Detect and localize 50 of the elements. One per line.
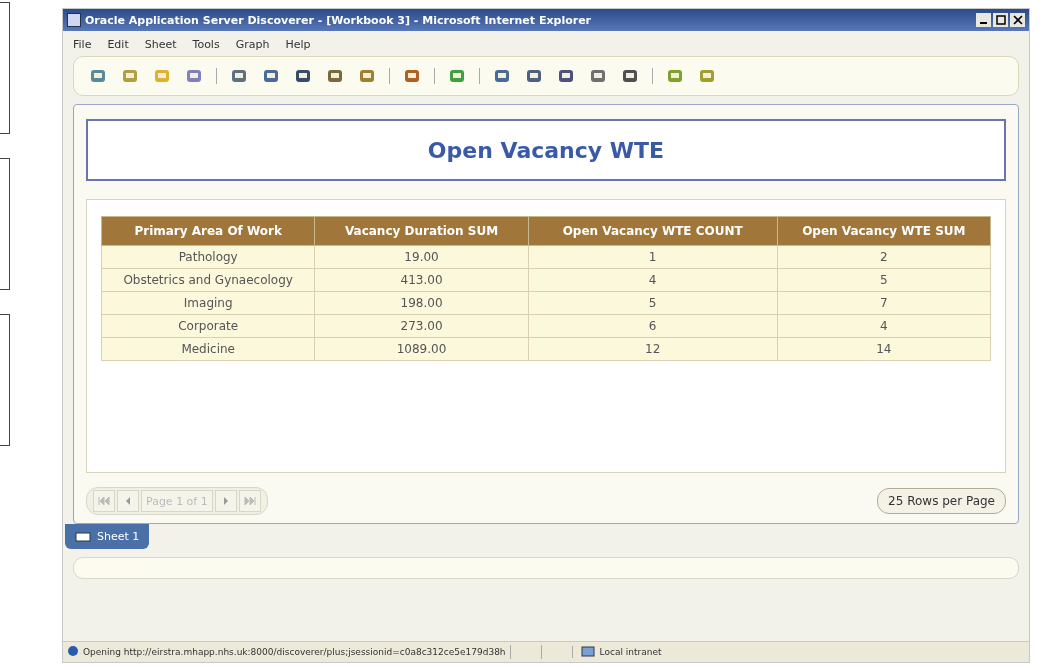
table-cell: Pathology <box>101 245 315 269</box>
first-page-icon <box>98 497 110 505</box>
zone-label: Local intranet <box>599 647 662 657</box>
maximize-icon[interactable] <box>993 13 1008 27</box>
table-cell: Medicine <box>101 337 315 361</box>
previous-page-button[interactable] <box>117 490 139 512</box>
intranet-icon <box>580 646 597 658</box>
column-header[interactable]: Primary Area Of Work <box>101 216 315 246</box>
horizontal-scrollbar[interactable] <box>73 557 1019 579</box>
menu-item[interactable]: File <box>73 38 92 51</box>
window-title: Oracle Application Server Discoverer - [Workbook 3] - Microsoft Internet Explorer <box>85 13 593 27</box>
table-cell: 5 <box>528 291 778 315</box>
next-icon <box>222 497 229 505</box>
close-icon[interactable] <box>1010 13 1025 27</box>
sheet-icon <box>75 531 91 542</box>
table-cell: 2 <box>777 245 991 269</box>
previous-icon <box>125 497 131 505</box>
table-cell: 6 <box>528 314 778 338</box>
table-cell: 198.00 <box>314 291 529 315</box>
table-cell: 19.00 <box>314 245 529 269</box>
column-header[interactable]: Vacancy Duration SUM <box>314 216 529 246</box>
menu-item[interactable]: Help <box>285 38 311 51</box>
column-header[interactable]: Open Vacancy WTE SUM <box>777 216 991 246</box>
table-cell: Imaging <box>101 291 315 315</box>
table-cell: 413.00 <box>314 268 529 292</box>
sheet-tab[interactable]: Sheet 1 <box>65 524 150 549</box>
table-cell: Obstetrics and Gynaecology <box>101 268 315 292</box>
table-cell: 14 <box>777 337 991 361</box>
next-page-button[interactable] <box>214 490 237 512</box>
last-page-icon <box>243 497 256 505</box>
table-cell: 1089.00 <box>314 337 529 361</box>
menu-item[interactable]: Tools <box>192 38 220 51</box>
report-title: Open Vacancy WTE <box>86 119 1006 181</box>
table-cell: 4 <box>777 314 991 338</box>
table-cell: Corporate <box>101 314 315 338</box>
column-header[interactable]: Open Vacancy WTE COUNT <box>528 216 778 246</box>
menu-item[interactable]: Graph <box>235 38 270 51</box>
table-cell: 1 <box>528 245 778 269</box>
minimize-icon[interactable] <box>976 13 991 27</box>
app-icon <box>67 13 81 27</box>
table-cell: 273.00 <box>314 314 529 338</box>
table-cell: 4 <box>528 268 778 292</box>
page-icon <box>67 645 79 659</box>
status-message: Opening http://eirstra.mhapp.nhs.uk:8000/discoverer/plus;jsessionid=c0a8c312ce5e179d38h <box>83 647 506 657</box>
menu-item[interactable]: Sheet <box>144 38 177 51</box>
table-cell: 5 <box>777 268 991 292</box>
table-cell: 12 <box>528 337 778 361</box>
menu-item[interactable]: Edit <box>107 38 129 51</box>
table-cell: 7 <box>777 291 991 315</box>
rows-per-page-button[interactable]: 25 Rows per Page <box>877 488 1006 514</box>
